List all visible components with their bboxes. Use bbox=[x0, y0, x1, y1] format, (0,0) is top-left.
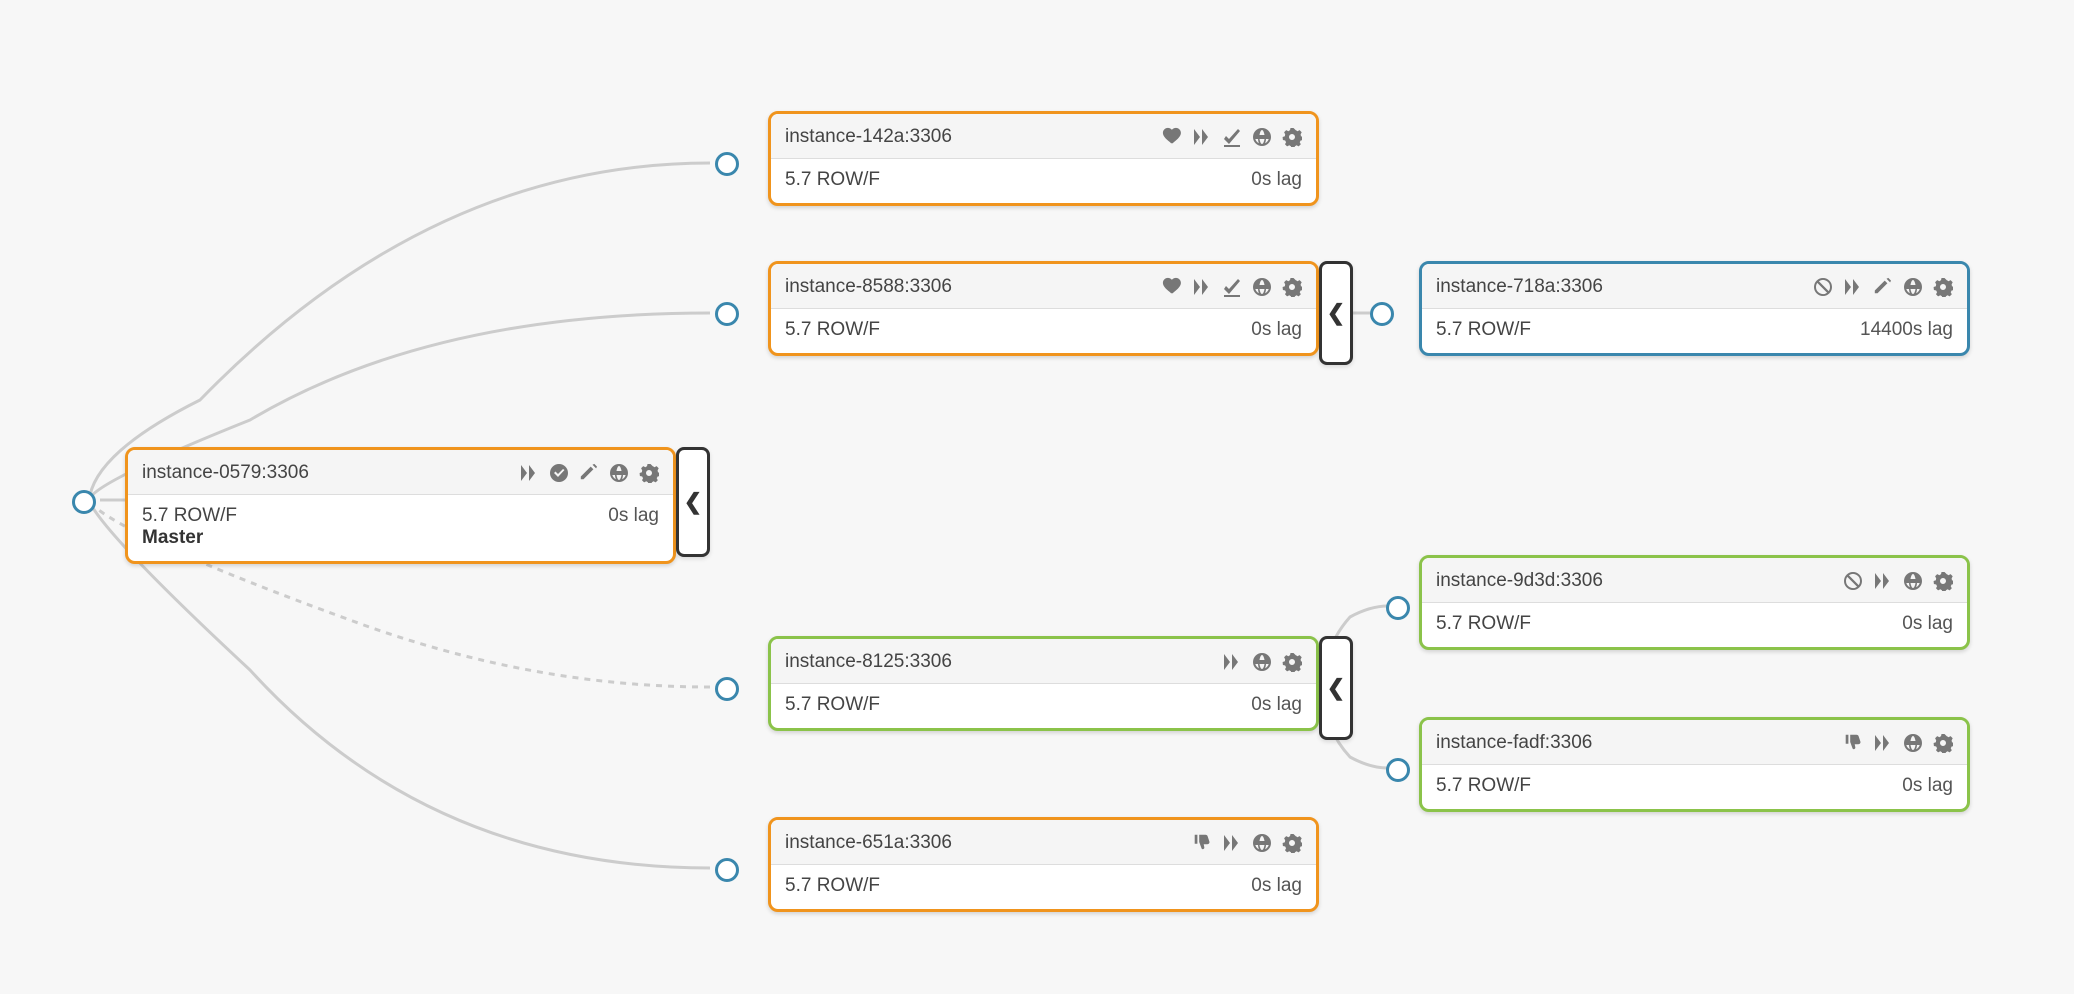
check-underline-icon[interactable] bbox=[1222, 127, 1242, 147]
heart-icon[interactable] bbox=[1162, 277, 1182, 297]
forward-icon[interactable] bbox=[519, 463, 539, 483]
node-fadf[interactable]: instance-fadf:3306 5.7 ROW/F 0s lag bbox=[1419, 717, 1970, 812]
forward-icon[interactable] bbox=[1192, 277, 1212, 297]
globe-icon[interactable] bbox=[1903, 277, 1923, 297]
lag-label: 0s lag bbox=[1902, 775, 1953, 797]
node-9d3d[interactable]: instance-9d3d:3306 5.7 ROW/F 0s lag bbox=[1419, 555, 1970, 650]
node-651a[interactable]: instance-651a:3306 5.7 ROW/F 0s lag bbox=[768, 817, 1319, 912]
gear-icon[interactable] bbox=[1282, 127, 1302, 147]
globe-icon[interactable] bbox=[1252, 833, 1272, 853]
node-718a[interactable]: instance-718a:3306 5.7 ROW/F 14400s lag bbox=[1419, 261, 1970, 356]
ban-icon[interactable] bbox=[1813, 277, 1833, 297]
gear-icon[interactable] bbox=[1282, 652, 1302, 672]
check-circle-icon[interactable] bbox=[549, 463, 569, 483]
node-title: instance-651a:3306 bbox=[785, 832, 952, 854]
gear-icon[interactable] bbox=[1933, 571, 1953, 591]
node-title: instance-0579:3306 bbox=[142, 462, 309, 484]
lag-label: 0s lag bbox=[1251, 169, 1302, 191]
node-icons bbox=[1843, 571, 1953, 591]
forward-icon[interactable] bbox=[1192, 127, 1212, 147]
node-title: instance-9d3d:3306 bbox=[1436, 570, 1603, 592]
port-fadf[interactable] bbox=[1386, 758, 1410, 782]
lag-label: 0s lag bbox=[1251, 694, 1302, 716]
node-icons bbox=[1162, 127, 1302, 147]
node-icons bbox=[1813, 277, 1953, 297]
node-info: 5.7 ROW/F bbox=[1436, 613, 1531, 635]
gear-icon[interactable] bbox=[639, 463, 659, 483]
collapse-tab-master[interactable]: ❮ bbox=[676, 447, 710, 557]
lag-label: 0s lag bbox=[1902, 613, 1953, 635]
node-142a[interactable]: instance-142a:3306 5.7 ROW/F 0s lag bbox=[768, 111, 1319, 206]
chevron-left-icon: ❮ bbox=[1327, 675, 1345, 701]
pencil-icon[interactable] bbox=[1873, 277, 1893, 297]
globe-icon[interactable] bbox=[1252, 127, 1272, 147]
lag-label: 14400s lag bbox=[1860, 319, 1953, 341]
globe-icon[interactable] bbox=[1903, 571, 1923, 591]
port-master[interactable] bbox=[72, 490, 96, 514]
node-8125[interactable]: instance-8125:3306 5.7 ROW/F 0s lag bbox=[768, 636, 1319, 731]
port-9d3d[interactable] bbox=[1386, 596, 1410, 620]
pencil-icon[interactable] bbox=[579, 463, 599, 483]
collapse-tab-8588[interactable]: ❮ bbox=[1319, 261, 1353, 365]
thumbs-down-icon[interactable] bbox=[1843, 733, 1863, 753]
node-title: instance-8125:3306 bbox=[785, 651, 952, 673]
chevron-left-icon: ❮ bbox=[1327, 300, 1345, 326]
port-142a[interactable] bbox=[715, 152, 739, 176]
check-underline-icon[interactable] bbox=[1222, 277, 1242, 297]
forward-icon[interactable] bbox=[1222, 652, 1242, 672]
node-info: 5.7 ROW/F bbox=[785, 875, 880, 897]
forward-icon[interactable] bbox=[1873, 733, 1893, 753]
globe-icon[interactable] bbox=[1252, 277, 1272, 297]
node-master[interactable]: instance-0579:3306 5.7 ROW/FMaster 0s la… bbox=[125, 447, 676, 564]
gear-icon[interactable] bbox=[1282, 833, 1302, 853]
node-title: instance-142a:3306 bbox=[785, 126, 952, 148]
node-info: 5.7 ROW/F bbox=[785, 319, 880, 341]
node-title: instance-fadf:3306 bbox=[1436, 732, 1592, 754]
lag-label: 0s lag bbox=[1251, 319, 1302, 341]
gear-icon[interactable] bbox=[1282, 277, 1302, 297]
node-title: instance-718a:3306 bbox=[1436, 276, 1603, 298]
node-icons bbox=[1162, 277, 1302, 297]
heart-icon[interactable] bbox=[1162, 127, 1182, 147]
chevron-left-icon: ❮ bbox=[684, 489, 702, 515]
port-718a[interactable] bbox=[1370, 302, 1394, 326]
node-icons bbox=[1222, 652, 1302, 672]
node-title: instance-8588:3306 bbox=[785, 276, 952, 298]
port-651a[interactable] bbox=[715, 858, 739, 882]
ban-icon[interactable] bbox=[1843, 571, 1863, 591]
node-info: 5.7 ROW/F bbox=[1436, 319, 1531, 341]
forward-icon[interactable] bbox=[1873, 571, 1893, 591]
lag-label: 0s lag bbox=[608, 505, 659, 527]
port-8588[interactable] bbox=[715, 302, 739, 326]
gear-icon[interactable] bbox=[1933, 733, 1953, 753]
forward-icon[interactable] bbox=[1222, 833, 1242, 853]
globe-icon[interactable] bbox=[1903, 733, 1923, 753]
node-8588[interactable]: instance-8588:3306 5.7 ROW/F 0s lag bbox=[768, 261, 1319, 356]
lag-label: 0s lag bbox=[1251, 875, 1302, 897]
node-info: 5.7 ROW/F bbox=[785, 694, 880, 716]
globe-icon[interactable] bbox=[1252, 652, 1272, 672]
thumbs-down-icon[interactable] bbox=[1192, 833, 1212, 853]
globe-icon[interactable] bbox=[609, 463, 629, 483]
node-icons bbox=[1843, 733, 1953, 753]
collapse-tab-8125[interactable]: ❮ bbox=[1319, 636, 1353, 740]
node-icons bbox=[1192, 833, 1302, 853]
node-info: 5.7 ROW/FMaster bbox=[142, 505, 237, 549]
gear-icon[interactable] bbox=[1933, 277, 1953, 297]
port-8125[interactable] bbox=[715, 677, 739, 701]
node-info: 5.7 ROW/F bbox=[1436, 775, 1531, 797]
forward-icon[interactable] bbox=[1843, 277, 1863, 297]
node-info: 5.7 ROW/F bbox=[785, 169, 880, 191]
topology-canvas: { "master": { "title": "instance-0579:33… bbox=[0, 0, 2074, 994]
node-icons bbox=[519, 463, 659, 483]
